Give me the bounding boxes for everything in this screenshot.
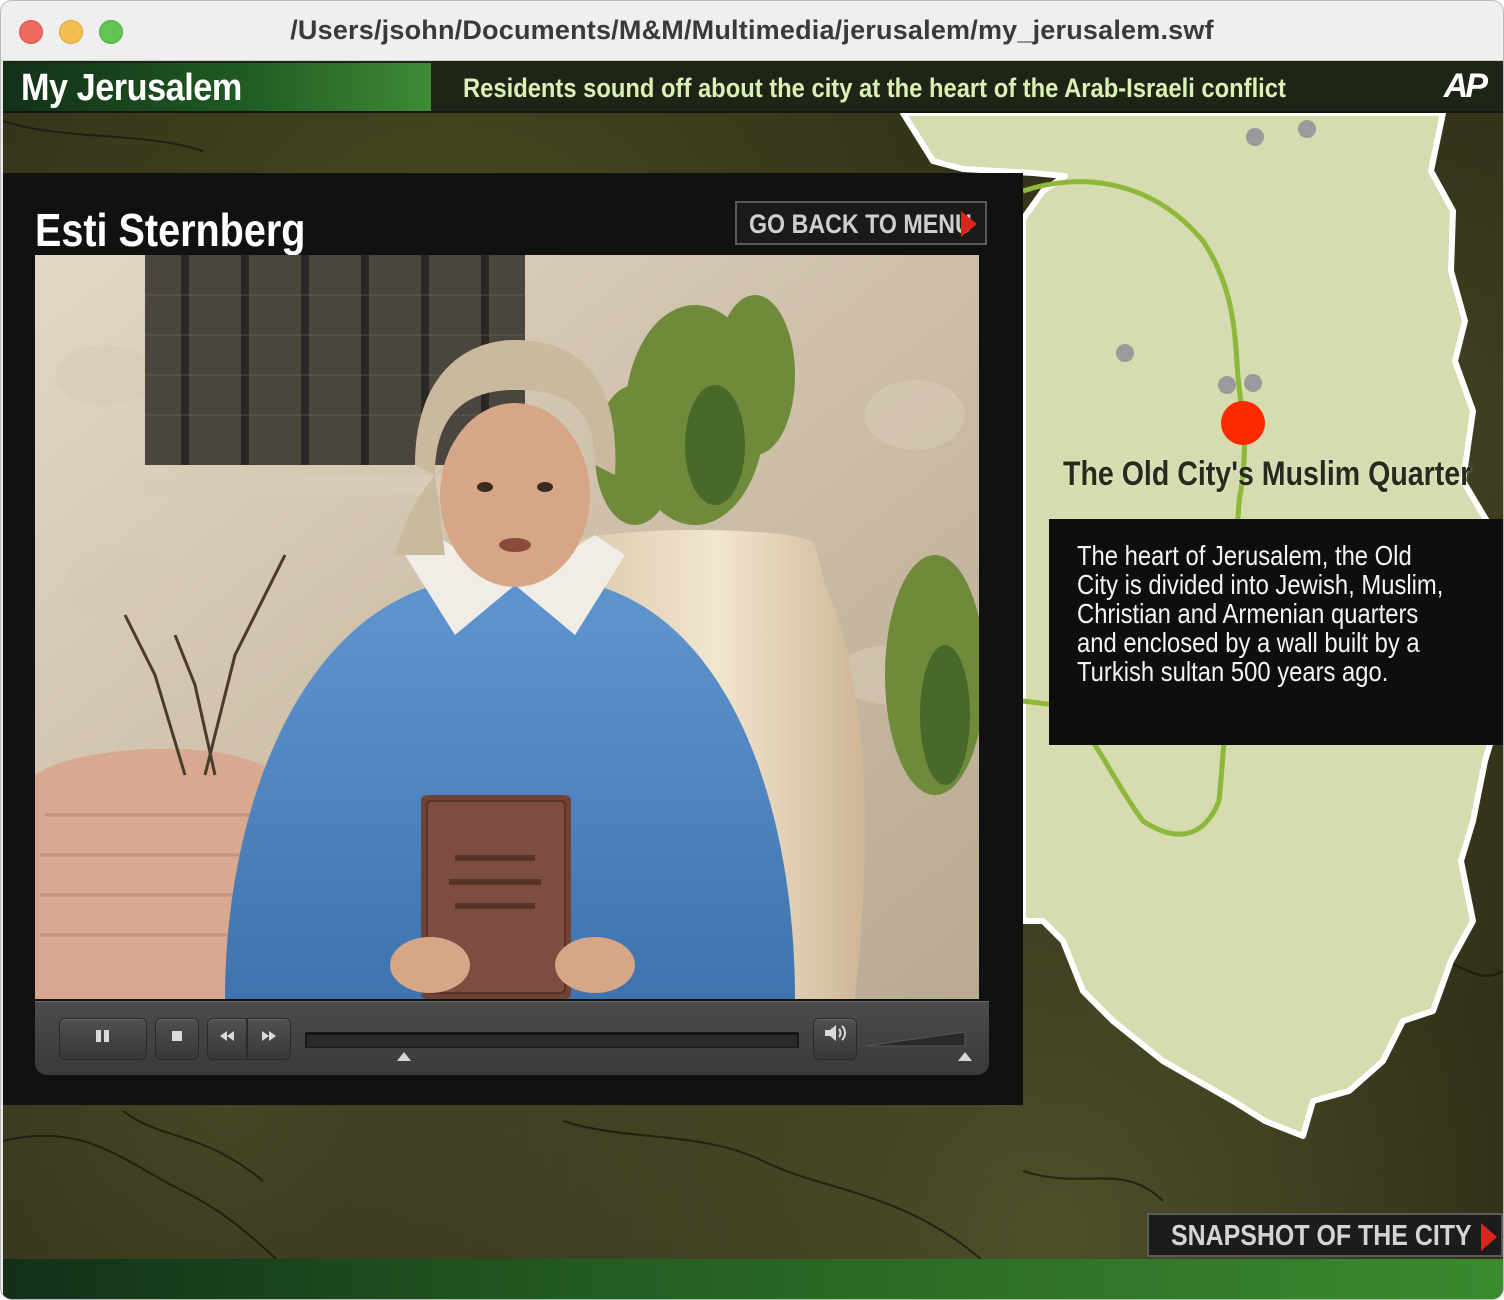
video-player[interactable] [35,255,979,999]
map-point [1298,120,1316,138]
arrow-right-icon [1481,1223,1497,1251]
stop-button[interactable] [155,1018,199,1060]
map-point [1116,344,1134,362]
pause-icon [96,1030,109,1042]
ap-logo: AP [1443,67,1488,105]
map-point [1246,128,1264,146]
fast-forward-button[interactable] [247,1018,291,1060]
go-back-to-menu-label: GO BACK TO MENU [749,209,972,239]
progress-track[interactable] [305,1032,799,1048]
speaker-icon [825,1025,846,1041]
brand-box: My Jerusalem [3,63,431,111]
title-bar: /Users/jsohn/Documents/M&M/Multimedia/je… [1,1,1503,61]
rewind-button[interactable] [207,1018,247,1060]
window-title: /Users/jsohn/Documents/M&M/Multimedia/je… [290,15,1214,45]
go-back-to-menu-button[interactable]: GO BACK TO MENU [735,201,987,245]
video-panel: Esti Sternberg GO BACK TO MENU [3,173,1023,1105]
footer-bar [3,1259,1503,1299]
person-name: Esti Sternberg [35,204,306,256]
app-window: /Users/jsohn/Documents/M&M/Multimedia/je… [0,0,1504,1300]
mute-button[interactable] [813,1018,857,1060]
progress-scrubber[interactable] [396,1052,411,1061]
location-description: The heart of Jerusalem, the Old City is … [1077,540,1444,687]
pause-button[interactable] [59,1018,147,1060]
selected-location-marker[interactable] [1221,401,1265,445]
video-frame-image [35,255,979,999]
header-tagline: Residents sound off about the city at th… [463,73,1286,103]
fast-forward-icon [262,1031,276,1041]
flash-stage: My Jerusalem Residents sound off about t… [3,61,1503,1299]
header-bar: My Jerusalem Residents sound off about t… [3,61,1503,113]
snapshot-of-the-city-label: SNAPSHOT OF THE CITY [1171,1220,1472,1252]
map-point [1218,376,1236,394]
rewind-icon [220,1031,234,1041]
volume-thumb[interactable] [958,1052,972,1061]
location-info-box: The heart of Jerusalem, the Old City is … [1049,519,1503,745]
brand-title: My Jerusalem [21,67,242,109]
stop-icon [172,1031,182,1041]
video-controls [35,1001,989,1075]
arrow-right-icon [961,211,977,237]
map-point [1244,374,1262,392]
location-title: The Old City's Muslim Quarter [1063,455,1472,493]
volume-slider[interactable] [865,1028,969,1052]
snapshot-of-the-city-button[interactable]: SNAPSHOT OF THE CITY [1147,1213,1503,1257]
